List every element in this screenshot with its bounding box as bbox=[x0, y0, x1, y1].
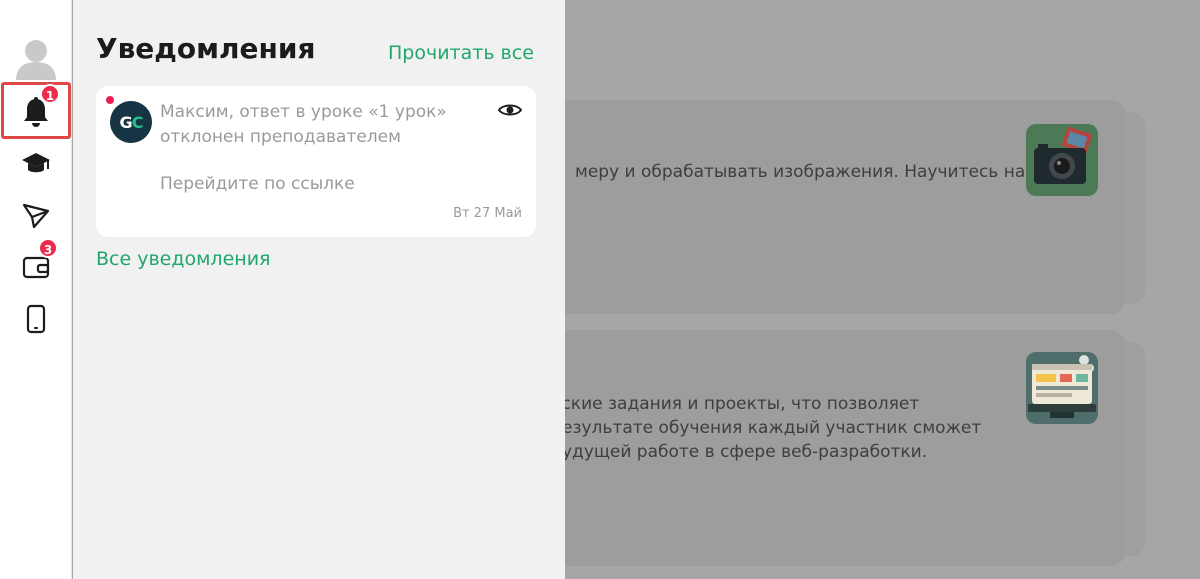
mark-read-button[interactable] bbox=[497, 102, 523, 122]
unread-indicator bbox=[106, 96, 114, 104]
web-development-course-thumbnail bbox=[1026, 352, 1098, 424]
user-silhouette-icon bbox=[16, 40, 56, 80]
wallet-button[interactable] bbox=[0, 250, 72, 284]
gc-logo-icon: GC bbox=[110, 101, 152, 143]
course-card-2-description-line1: еские задания и проекты, что позволяет bbox=[551, 394, 920, 414]
mobile-app-button[interactable] bbox=[0, 302, 72, 336]
send-icon bbox=[22, 203, 50, 229]
notification-link-text[interactable]: Перейдите по ссылке bbox=[160, 174, 355, 194]
notifications-button[interactable] bbox=[0, 92, 72, 132]
notification-message: Максим, ответ в уроке «1 урок» отклонен … bbox=[160, 102, 447, 147]
logo-letter-g: G bbox=[119, 112, 133, 132]
logo-letter-c: C bbox=[131, 112, 144, 132]
smartphone-icon bbox=[26, 304, 46, 334]
notification-date: Вт 27 Май bbox=[453, 206, 522, 221]
notification-card[interactable]: GC Максим, ответ в уроке «1 урок» отклон… bbox=[96, 86, 536, 237]
eye-icon bbox=[497, 104, 523, 116]
notifications-count-badge: 1 bbox=[40, 84, 60, 104]
all-notifications-link[interactable]: Все уведомления bbox=[96, 248, 270, 270]
messages-button[interactable] bbox=[0, 198, 72, 232]
course-card-2-description-line2: езультате обучения каждый участник сможе… bbox=[562, 418, 982, 438]
course-card-2-description-line3: удущей работе в сфере веб-разработки. bbox=[562, 442, 928, 462]
course-card-1-description: меру и обрабатывать изображения. Научите… bbox=[575, 162, 1026, 182]
user-avatar[interactable] bbox=[14, 36, 58, 80]
courses-button[interactable] bbox=[0, 146, 72, 180]
read-all-link[interactable]: Прочитать все bbox=[388, 42, 534, 64]
panel-title: Уведомления bbox=[96, 32, 316, 65]
notifications-panel: Уведомления Прочитать все GC Максим, отв… bbox=[73, 0, 565, 579]
left-icon-rail: 1 3 bbox=[0, 0, 72, 579]
camera-course-thumbnail bbox=[1026, 124, 1098, 196]
wallet-count-badge: 3 bbox=[38, 238, 58, 258]
graduation-cap-icon bbox=[22, 153, 50, 173]
